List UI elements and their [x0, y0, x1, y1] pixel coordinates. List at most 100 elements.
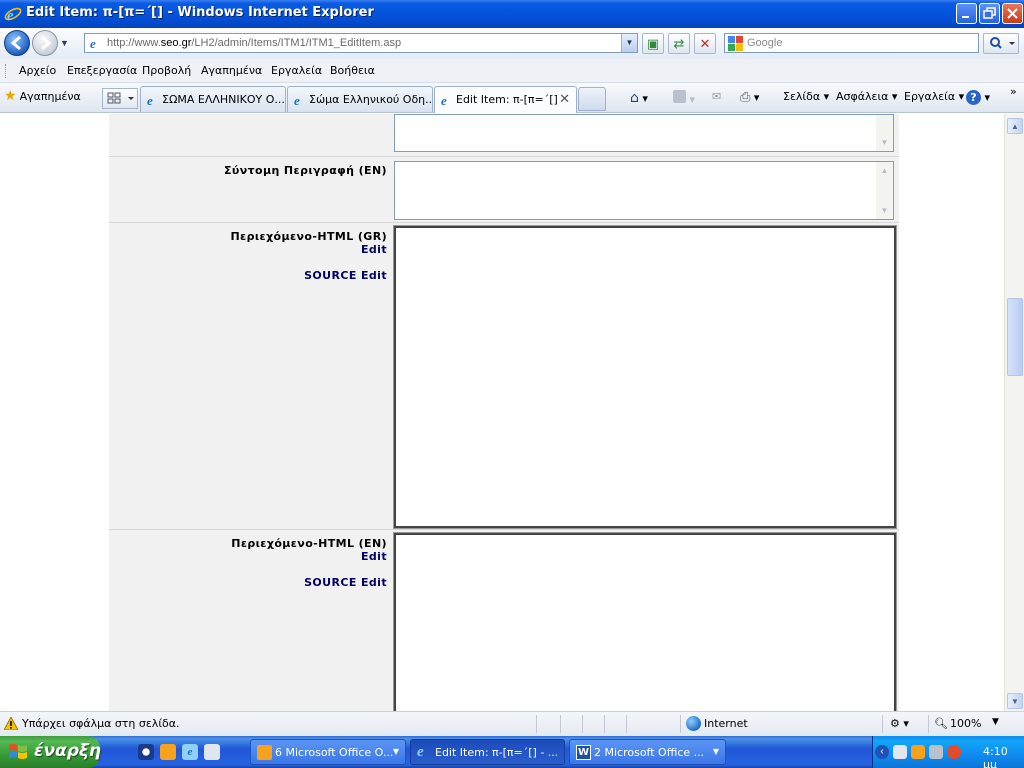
task-dropdown-icon: ▼ [392, 747, 399, 756]
textarea-scrollbar[interactable]: ▼ [876, 115, 893, 151]
protected-mode-icon[interactable]: ⚙ ▾ [890, 717, 909, 730]
textarea-scrollbar[interactable]: ▲ ▼ [876, 162, 893, 219]
content-en-editor[interactable] [393, 532, 897, 711]
new-tab-button[interactable] [578, 87, 606, 111]
content-gr-source-edit-link[interactable]: SOURCE Edit [304, 269, 387, 282]
address-toolbar: ▼ e http://www.seo.gr/LH2/admin/Items/IT… [0, 28, 1024, 59]
page-content: ▼ Σύντομη Περιγραφή (EN) ▲ ▼ Περιεχόμενο… [0, 114, 1004, 711]
minimize-button[interactable] [956, 3, 977, 24]
page-menu-button[interactable]: Σελίδα ▾ [783, 90, 829, 103]
task-edit-item[interactable]: e Edit Item: π-[π=΄[] - ... [410, 739, 565, 765]
address-url[interactable]: http://www.seo.gr/LH2/admin/Items/ITM1/I… [107, 37, 401, 49]
scrollbar-thumb[interactable] [1007, 298, 1023, 376]
content-en-source-edit-link[interactable]: SOURCE Edit [304, 576, 387, 589]
page-scrollbar[interactable]: ▲ ▼ [1004, 114, 1024, 711]
safety-menu-button[interactable]: Ασφάλεια ▾ [836, 90, 897, 103]
internet-zone-icon [686, 716, 701, 731]
antivirus-icon[interactable] [947, 745, 961, 759]
task-office-word[interactable]: W 2 Microsoft Office ... ▼ [569, 739, 726, 765]
tab-label: ΣΩΜΑ ΕΛΛΗΝΙΚΟΥ Ο... [162, 93, 285, 106]
network-icon[interactable] [893, 745, 907, 759]
content-gr-editor[interactable] [393, 225, 897, 529]
form-row-short-desc-en: Σύντομη Περιγραφή (EN) ▲ ▼ [109, 156, 899, 222]
compatibility-view-button[interactable]: ▣ [642, 33, 664, 54]
warning-icon[interactable] [4, 717, 18, 730]
outlook-icon [257, 745, 272, 760]
content-en-edit-link[interactable]: Edit [361, 550, 387, 563]
search-button[interactable] [983, 33, 1019, 54]
start-label: έναρξη [34, 741, 102, 761]
quick-tabs-button[interactable] [102, 88, 138, 109]
refresh-icon: ⇄ [673, 36, 685, 51]
page-menu-label: Σελίδα [783, 90, 821, 103]
search-placeholder: Google [747, 37, 783, 49]
scroll-up-icon[interactable]: ▲ [1007, 118, 1023, 134]
security-zone[interactable]: Internet [704, 717, 748, 730]
mail-button[interactable]: ✉ [712, 90, 721, 103]
media-player-icon[interactable] [138, 744, 154, 760]
menu-file[interactable]: Αρχείο [19, 64, 56, 77]
favorites-button[interactable]: ★ Αγαπημένα [4, 88, 81, 104]
short-desc-en-textarea[interactable]: ▲ ▼ [394, 161, 894, 220]
edit-item-form: ▼ Σύντομη Περιγραφή (EN) ▲ ▼ Περιεχόμενο… [109, 114, 899, 711]
scroll-up-icon[interactable]: ▲ [876, 162, 893, 179]
task-label: 6 Microsoft Office O... [275, 746, 394, 759]
zoom-level[interactable]: 100% [950, 717, 981, 730]
start-button[interactable]: έναρξη [0, 736, 102, 768]
forward-button[interactable] [32, 30, 58, 56]
menu-help[interactable]: Βοήθεια [330, 64, 375, 77]
task-label: Edit Item: π-[π=΄[] - ... [435, 746, 559, 759]
ie-page-icon: e [441, 93, 447, 107]
stop-button[interactable]: ✕ [694, 33, 716, 54]
scroll-down-icon[interactable]: ▼ [1007, 693, 1023, 709]
svg-text:e: e [294, 93, 300, 107]
menu-edit[interactable]: Επεξεργασία [67, 64, 137, 77]
home-icon: ⌂ [630, 90, 639, 106]
tab-soma-1[interactable]: e ΣΩΜΑ ΕΛΛΗΝΙΚΟΥ Ο... [140, 86, 286, 112]
tab-edit-item[interactable]: e Edit Item: π-[π=΄[] ✕ [434, 86, 577, 113]
outlook-icon[interactable] [160, 744, 176, 760]
menu-tools[interactable]: Εργαλεία [271, 64, 322, 77]
quick-tabs-icon [107, 92, 134, 104]
history-dropdown-icon[interactable]: ▼ [60, 38, 69, 48]
print-button[interactable]: ⎙ ▾ [740, 90, 759, 105]
windows-logo-icon [9, 744, 27, 759]
task-office-outlook[interactable]: 6 Microsoft Office O... ▼ [250, 739, 406, 765]
clock[interactable]: 4:10 μμ [983, 745, 1024, 768]
zoom-dropdown-icon[interactable]: ▼ [992, 717, 999, 727]
back-button[interactable] [4, 30, 30, 56]
close-window-button[interactable] [1002, 3, 1023, 24]
restore-button[interactable] [979, 3, 1000, 24]
mail-icon: ✉ [712, 90, 722, 103]
misc-quicklaunch-icon[interactable] [204, 744, 220, 760]
svg-text:e: e [441, 93, 447, 107]
ie-quicklaunch-icon[interactable]: e [182, 744, 198, 760]
help-menu-button[interactable]: ? ▾ [966, 90, 990, 105]
tools-menu-button[interactable]: Εργαλεία ▾ [904, 90, 964, 103]
menu-view[interactable]: Προβολή [142, 64, 191, 77]
scroll-down-icon[interactable]: ▼ [876, 202, 893, 219]
tab-soma-2[interactable]: e Σώμα Ελληνικού Οδη... [287, 86, 433, 112]
tray-expand-icon[interactable]: ‹ [875, 745, 889, 759]
close-tab-icon[interactable]: ✕ [559, 92, 570, 107]
google-icon [728, 36, 743, 51]
home-button[interactable]: ⌂ ▾ [630, 90, 648, 106]
toolbar-overflow-icon[interactable]: » [1010, 85, 1017, 98]
refresh-button[interactable]: ⇄ [668, 33, 690, 54]
form-row-content-en: Περιεχόμενο-HTML (EN) Edit SOURCE Edit [109, 529, 899, 711]
window-title: Edit Item: π-[π=΄[] - Windows Internet E… [26, 5, 374, 20]
scroll-down-icon[interactable]: ▼ [876, 134, 893, 151]
previous-textarea[interactable]: ▼ [394, 114, 894, 152]
address-bar[interactable]: e http://www.seo.gr/LH2/admin/Items/ITM1… [84, 33, 638, 53]
display-icon[interactable] [929, 745, 943, 759]
search-input[interactable]: Google [724, 33, 979, 53]
zoom-control[interactable]: 🔍︎ [934, 717, 948, 730]
content-gr-edit-link[interactable]: Edit [361, 243, 387, 256]
address-dropdown-icon[interactable]: ▼ [621, 34, 637, 52]
close-icon [1007, 8, 1018, 19]
menu-favorites[interactable]: Αγαπημένα [201, 64, 262, 77]
outlook-tray-icon[interactable] [911, 745, 925, 759]
feeds-button[interactable]: ▾ [673, 90, 695, 106]
ie-page-icon: e [147, 93, 153, 107]
status-message[interactable]: Υπάρχει σφάλμα στη σελίδα. [22, 717, 180, 730]
